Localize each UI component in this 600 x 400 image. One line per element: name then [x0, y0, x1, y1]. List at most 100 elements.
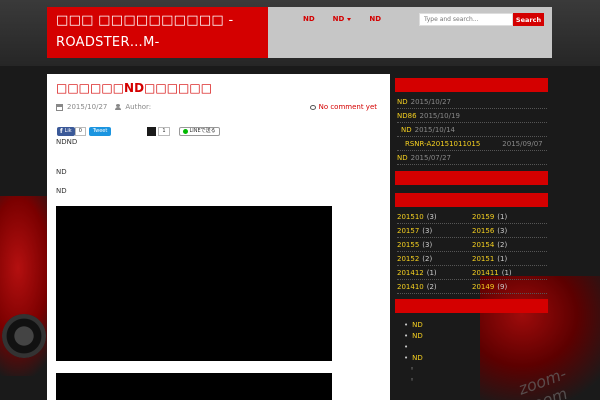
hatena-bookmark-icon[interactable]	[147, 127, 157, 136]
search-input[interactable]	[419, 13, 513, 26]
archive-count: (2)	[497, 240, 508, 249]
category-label[interactable]: ND	[412, 332, 423, 340]
archive-row: 201410 (2) 20149 (9)	[397, 280, 547, 294]
recent-post-title[interactable]: ND	[397, 154, 408, 162]
tweet-button[interactable]: Tweet	[88, 127, 112, 136]
car-wheel-image	[2, 314, 46, 358]
site-title[interactable]: □□□ □□□□□□□□□□ -ROADSTER…M-	[47, 7, 268, 58]
archive-link[interactable]: 201510	[397, 213, 424, 221]
post-paragraph: ND	[56, 187, 67, 195]
archive-link[interactable]: 201412	[397, 269, 424, 277]
archive-link[interactable]: 20159	[472, 213, 494, 221]
archive-count: (3)	[426, 212, 437, 221]
archive-row: 20155 (3) 20154 (2)	[397, 238, 547, 252]
archive-link[interactable]: 20151	[472, 255, 494, 263]
bullet-icon: ◦	[410, 364, 415, 373]
widget-header	[395, 171, 548, 185]
category-item[interactable]: • ND	[404, 319, 423, 330]
archive-link[interactable]: 20154	[472, 241, 494, 249]
recent-post-date: 2015/07/27	[410, 153, 451, 162]
comments-label: No comment yet	[318, 103, 377, 111]
facebook-icon: f	[60, 128, 63, 135]
recent-post-date: 2015/10/14	[414, 125, 455, 134]
line-share-label: LINEで送る	[189, 128, 216, 134]
archive-row: 20157 (3) 20156 (3)	[397, 224, 547, 238]
archive-link[interactable]: 20155	[397, 241, 419, 249]
facebook-like-count: 0	[74, 127, 86, 136]
recent-posts-list: ND 2015/10/27 ND86 2015/10/19 ND 2015/10/14…	[397, 95, 547, 165]
comments-link[interactable]: No comment yet	[309, 103, 377, 111]
recent-post-item[interactable]: ND 2015/07/27	[397, 151, 547, 165]
recent-post-title[interactable]: RSNR-A20151011015	[405, 140, 480, 148]
archive-link[interactable]: 20152	[397, 255, 419, 263]
archive-link[interactable]: 20157	[397, 227, 419, 235]
category-subitem[interactable]: ◦	[410, 374, 423, 385]
comment-icon	[309, 104, 316, 110]
post-title[interactable]: □□□□□□ND□□□□□□	[56, 81, 212, 95]
archive-link[interactable]: 20156	[472, 227, 494, 235]
user-icon	[115, 104, 122, 110]
recent-post-title[interactable]: ND86	[397, 112, 417, 120]
bullet-icon: •	[404, 342, 409, 351]
share-bar: f Lik 0 Tweet 1 LINEで送る	[57, 127, 220, 136]
line-icon	[182, 129, 188, 134]
archive-count: (3)	[497, 226, 508, 235]
recent-post-date: 2015/10/27	[410, 97, 451, 106]
post-date[interactable]: 2015/10/27	[67, 103, 107, 111]
archive-count: (1)	[426, 268, 437, 277]
site-header: □□□ □□□□□□□□□□ -ROADSTER…M- ND ND ND Sea…	[47, 7, 552, 58]
archive-row: 201412 (1) 201411 (1)	[397, 266, 547, 280]
archive-link[interactable]: 201410	[397, 283, 424, 291]
categories-widget-header	[395, 299, 548, 313]
archive-count: (1)	[497, 212, 508, 221]
bullet-icon: •	[404, 320, 409, 329]
post-paragraph: ND	[56, 168, 67, 176]
category-item[interactable]: •	[404, 341, 423, 352]
calendar-icon	[56, 103, 63, 111]
search-button[interactable]: Search	[513, 13, 544, 26]
embedded-video-player[interactable]	[56, 206, 332, 361]
archives-widget-header	[395, 193, 548, 207]
recent-post-title[interactable]: ND	[397, 98, 408, 106]
recent-post-date: 2015/10/19	[419, 111, 460, 120]
archive-count: (1)	[497, 254, 508, 263]
category-label[interactable]: ND	[412, 354, 423, 362]
recent-post-item[interactable]: RSNR-A20151011015 2015/09/07	[397, 137, 547, 151]
nav-item-1[interactable]: ND	[303, 15, 315, 23]
post-content: □□□□□□ND□□□□□□ 2015/10/27 Author: No com…	[47, 74, 390, 400]
nav-item-3[interactable]: ND	[369, 15, 381, 23]
facebook-like-button[interactable]: f Lik	[57, 127, 75, 136]
recent-posts-widget-header	[395, 78, 548, 92]
recent-post-title[interactable]: ND	[401, 126, 412, 134]
category-subitem[interactable]: ◦	[410, 363, 423, 374]
recent-post-date: 2015/09/07	[502, 139, 543, 148]
bullet-icon: ◦	[410, 375, 415, 384]
hatena-count: 1	[158, 127, 170, 136]
main-nav: ND ND ND	[303, 15, 399, 23]
bullet-icon: •	[404, 331, 409, 340]
category-item[interactable]: • ND	[404, 352, 423, 363]
archive-count: (9)	[497, 282, 508, 291]
bullet-icon: •	[404, 353, 409, 362]
archive-link[interactable]: 20149	[472, 283, 494, 291]
post-paragraph: NDND	[56, 138, 78, 146]
categories-list: • ND • ND • • ND ◦ ◦	[404, 319, 423, 385]
archive-count: (1)	[501, 268, 512, 277]
category-label[interactable]: ND	[412, 321, 423, 329]
archive-count: (2)	[426, 282, 437, 291]
embedded-video-player[interactable]	[56, 373, 332, 400]
nav-item-label: ND	[332, 15, 345, 23]
recent-post-item[interactable]: ND 2015/10/14	[397, 123, 547, 137]
archive-link[interactable]: 201411	[472, 269, 499, 277]
line-share-button[interactable]: LINEで送る	[178, 127, 220, 136]
recent-post-item[interactable]: ND 2015/10/27	[397, 95, 547, 109]
recent-post-item[interactable]: ND86 2015/10/19	[397, 109, 547, 123]
caret-down-icon	[347, 17, 352, 21]
archive-count: (2)	[422, 254, 433, 263]
category-item[interactable]: • ND	[404, 330, 423, 341]
nav-item-2[interactable]: ND	[333, 15, 352, 23]
archive-count: (3)	[422, 226, 433, 235]
archive-row: 20152 (2) 20151 (1)	[397, 252, 547, 266]
archive-count: (3)	[422, 240, 433, 249]
archive-row: 201510 (3) 20159 (1)	[397, 210, 547, 224]
